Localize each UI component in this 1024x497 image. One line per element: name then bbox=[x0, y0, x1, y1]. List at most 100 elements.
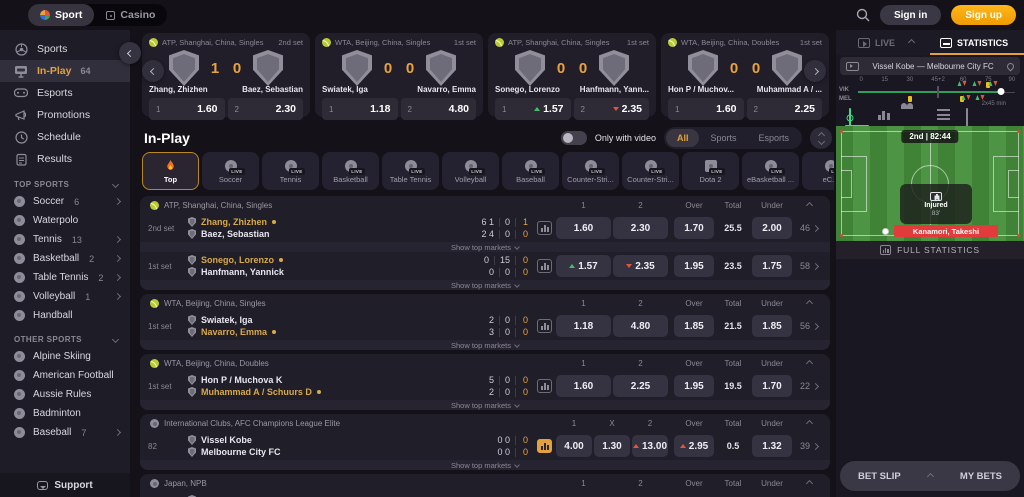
odds-2-button[interactable]: 24.80 bbox=[401, 98, 477, 120]
filter-all[interactable]: All bbox=[666, 129, 700, 147]
match-stats-icon[interactable] bbox=[537, 379, 552, 393]
odds-over-button[interactable]: 1.95 bbox=[674, 255, 714, 277]
sidebar-item-tennis[interactable]: Tennis13 bbox=[0, 230, 130, 249]
table-view-icon[interactable] bbox=[937, 109, 953, 122]
tab-volleyball[interactable]: LIVEVolleyball bbox=[442, 152, 499, 190]
odds-1-button[interactable]: 11.18 bbox=[322, 98, 398, 120]
match-stats-icon[interactable] bbox=[537, 259, 552, 273]
tab-live[interactable]: LIVE bbox=[858, 38, 895, 48]
jersey-icon[interactable] bbox=[995, 109, 1011, 122]
tab-soccer[interactable]: LIVESoccer bbox=[202, 152, 259, 190]
odds-2-button[interactable]: 22.30 bbox=[228, 98, 304, 120]
tab-ebasketball[interactable]: LIVEeBasketball ... bbox=[742, 152, 799, 190]
odds-over-button[interactable]: 1.95 bbox=[674, 375, 714, 397]
show-top-markets[interactable]: Show top markets bbox=[140, 460, 830, 470]
sidebar-item-in-play[interactable]: In-Play 64 bbox=[0, 60, 130, 82]
odds-2-button[interactable]: 13.00 bbox=[632, 435, 668, 457]
filter-sports[interactable]: Sports bbox=[699, 129, 747, 147]
more-markets-link[interactable]: 46 bbox=[792, 214, 826, 242]
sidebar-item-baseball[interactable]: Baseball7 bbox=[0, 423, 130, 442]
more-markets-link[interactable]: 22 bbox=[792, 372, 826, 400]
odds-1-button[interactable]: 11.60 bbox=[668, 98, 744, 120]
commentary-mic-icon[interactable] bbox=[966, 109, 982, 122]
odds-2-button[interactable]: 22.25 bbox=[747, 98, 823, 120]
match-row[interactable]: 1st set Sonego, Lorenzo Hanfmann, Yannic… bbox=[140, 252, 830, 280]
cards-scroll-left-button[interactable] bbox=[142, 60, 164, 82]
match-row[interactable]: Break top bbox=[140, 492, 830, 497]
odds-under-button[interactable]: 1.85 bbox=[752, 315, 792, 337]
sign-in-button[interactable]: Sign in bbox=[880, 5, 941, 25]
odds-2-button[interactable]: 2.25 bbox=[613, 375, 668, 397]
tab-table-tennis[interactable]: LIVETable Tennis bbox=[382, 152, 439, 190]
tab-top[interactable]: Top bbox=[142, 152, 199, 190]
featured-match-card[interactable]: ATP, Shanghai, China, Singles2nd set 10 … bbox=[142, 33, 310, 117]
top-sports-section-header[interactable]: TOP SPORTS bbox=[0, 176, 130, 192]
sidebar-item-handball[interactable]: Handball bbox=[0, 306, 130, 325]
collapse-panel-icon[interactable] bbox=[908, 39, 915, 46]
collapse-group-button[interactable] bbox=[798, 196, 820, 214]
odds-1-button[interactable]: 11.60 bbox=[149, 98, 225, 120]
sidebar-item-esports[interactable]: Esports bbox=[0, 82, 130, 104]
match-stats-icon[interactable] bbox=[537, 319, 552, 333]
more-markets-link[interactable]: 58 bbox=[792, 252, 826, 280]
sign-up-button[interactable]: Sign up bbox=[951, 5, 1016, 25]
sidebar-collapse-button[interactable] bbox=[119, 42, 141, 64]
selected-match-bar[interactable]: Vissel Kobe — Melbourne City FC bbox=[840, 57, 1020, 75]
odds-under-button[interactable]: 1.32 bbox=[752, 435, 792, 457]
pitch-view-icon[interactable] bbox=[849, 109, 865, 122]
sport-mode-button[interactable]: Sport bbox=[28, 4, 94, 26]
collapse-group-button[interactable] bbox=[798, 354, 820, 372]
lineups-icon[interactable] bbox=[907, 109, 923, 122]
chevron-up-icon[interactable] bbox=[927, 472, 934, 479]
odds-over-button[interactable]: 1.70 bbox=[674, 217, 714, 239]
sidebar-item-schedule[interactable]: Schedule bbox=[0, 126, 130, 148]
odds-2-button[interactable]: 22.35 bbox=[574, 98, 650, 120]
featured-match-card[interactable]: ATP, Shanghai, China, Singles1st set 00 … bbox=[488, 33, 656, 117]
odds-1-button[interactable]: 1.60 bbox=[556, 375, 611, 397]
sidebar-item-soccer[interactable]: Soccer6 bbox=[0, 192, 130, 211]
cards-scroll-right-button[interactable] bbox=[804, 60, 826, 82]
tab-counter-strike-1[interactable]: LIVECounter-Stri... bbox=[562, 152, 619, 190]
my-bets-tab[interactable]: MY BETS bbox=[960, 471, 1002, 482]
tab-counter-strike-2[interactable]: LIVECounter-Stri... bbox=[622, 152, 679, 190]
filter-esports[interactable]: Esports bbox=[747, 129, 800, 147]
collapse-group-button[interactable] bbox=[798, 294, 820, 312]
match-row[interactable]: 1st set Swiatek, Iga Navarro, Emma 200 3… bbox=[140, 312, 830, 340]
collapse-group-button[interactable] bbox=[798, 414, 820, 432]
show-top-markets[interactable]: Show top markets bbox=[140, 340, 830, 350]
sidebar-item-waterpolo[interactable]: Waterpolo bbox=[0, 211, 130, 230]
only-with-video-toggle[interactable] bbox=[561, 131, 587, 145]
odds-x-button[interactable]: 1.30 bbox=[594, 435, 630, 457]
odds-under-button[interactable]: 2.00 bbox=[752, 217, 792, 239]
stats-bars-icon[interactable] bbox=[878, 109, 894, 122]
odds-1-button[interactable]: 1.57 bbox=[556, 255, 611, 277]
casino-mode-button[interactable]: Casino bbox=[94, 4, 167, 26]
odds-1-button[interactable]: 11.57 bbox=[495, 98, 571, 120]
sidebar-item-results[interactable]: Results bbox=[0, 148, 130, 170]
sidebar-item-badminton[interactable]: Badminton bbox=[0, 404, 130, 423]
other-sports-section-header[interactable]: OTHER SPORTS bbox=[0, 331, 130, 347]
featured-match-card[interactable]: WTA, Beijing, China, Singles1st set 00 S… bbox=[315, 33, 483, 117]
collapse-group-button[interactable] bbox=[798, 474, 820, 492]
search-icon[interactable] bbox=[856, 8, 870, 22]
bet-slip-tab[interactable]: BET SLIP bbox=[858, 471, 901, 482]
odds-1-button[interactable]: 1.18 bbox=[556, 315, 611, 337]
sidebar-item-aussie-rules[interactable]: Aussie Rules bbox=[0, 385, 130, 404]
sidebar-item-basketball[interactable]: Basketball2 bbox=[0, 249, 130, 268]
tab-statistics[interactable]: STATISTICS bbox=[940, 38, 1008, 48]
full-statistics-button[interactable]: FULL STATISTICS bbox=[836, 241, 1024, 259]
odds-over-button[interactable]: 2.95 bbox=[674, 435, 714, 457]
show-top-markets[interactable]: Show top markets bbox=[140, 242, 830, 252]
sidebar-item-table-tennis[interactable]: Table Tennis2 bbox=[0, 268, 130, 287]
tab-partial[interactable]: LIVEeC... bbox=[802, 152, 834, 190]
sidebar-item-sports[interactable]: Sports bbox=[0, 38, 130, 60]
odds-under-button[interactable]: 1.75 bbox=[752, 255, 792, 277]
more-markets-link[interactable]: 56 bbox=[792, 312, 826, 340]
match-row[interactable]: 1st set Hon P / Muchova K Muhammad A / S… bbox=[140, 372, 830, 400]
sidebar-item-volleyball[interactable]: Volleyball1 bbox=[0, 287, 130, 306]
odds-under-button[interactable]: 1.70 bbox=[752, 375, 792, 397]
odds-over-button[interactable]: 1.85 bbox=[674, 315, 714, 337]
sidebar-item-american-football[interactable]: American Football bbox=[0, 366, 130, 385]
collapse-all-button[interactable] bbox=[810, 127, 832, 149]
match-stats-icon-active[interactable] bbox=[537, 439, 552, 453]
